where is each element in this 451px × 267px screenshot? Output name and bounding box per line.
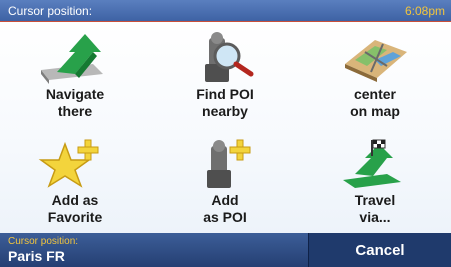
add-poi-icon (207, 139, 251, 188)
menu-grid: Navigate there Find POI nearby center on… (0, 22, 451, 233)
add-poi-label-line1: Add (211, 192, 239, 208)
poi-search-icon (205, 32, 254, 82)
travel-via-icon (343, 139, 401, 188)
map-center-icon (345, 40, 407, 82)
navigate-there-label-line2: there (57, 103, 93, 119)
favorite-star-icon (38, 139, 99, 188)
find-poi-label-line1: Find POI (196, 86, 254, 102)
center-on-map-button[interactable]: center on map (300, 22, 450, 127)
travel-via-button[interactable]: Travel via... (300, 128, 450, 233)
add-as-favorite-button[interactable]: Add as Favorite (0, 128, 150, 233)
navigate-arrow-icon (41, 34, 103, 84)
cancel-button[interactable]: Cancel (308, 233, 451, 267)
navigate-there-button[interactable]: Navigate there (0, 22, 150, 127)
center-on-map-label-line1: center (353, 86, 397, 102)
add-as-poi-button[interactable]: Add as POI (150, 128, 300, 233)
cursor-position-value: Paris FR (8, 248, 65, 264)
find-poi-label-line2: nearby (202, 103, 248, 119)
find-poi-nearby-button[interactable]: Find POI nearby (150, 22, 300, 127)
navigate-there-label-line1: Navigate (45, 86, 105, 102)
center-on-map-label-line2: on map (350, 103, 400, 119)
header-title: Cursor position: (8, 4, 93, 18)
cursor-position-label: Cursor position: (8, 236, 79, 247)
clock-time: 6:08pm (404, 4, 445, 18)
travel-via-label-line2: via... (359, 209, 391, 225)
add-favorite-label-line2: Favorite (47, 209, 103, 225)
add-favorite-label-line1: Add as (51, 192, 99, 208)
add-poi-label-line2: as POI (203, 209, 247, 225)
travel-via-label-line1: Travel (354, 192, 396, 208)
screen: Cursor position: 6:08pm Navigate there F… (0, 0, 451, 267)
header-bar: Cursor position: 6:08pm (0, 0, 451, 22)
